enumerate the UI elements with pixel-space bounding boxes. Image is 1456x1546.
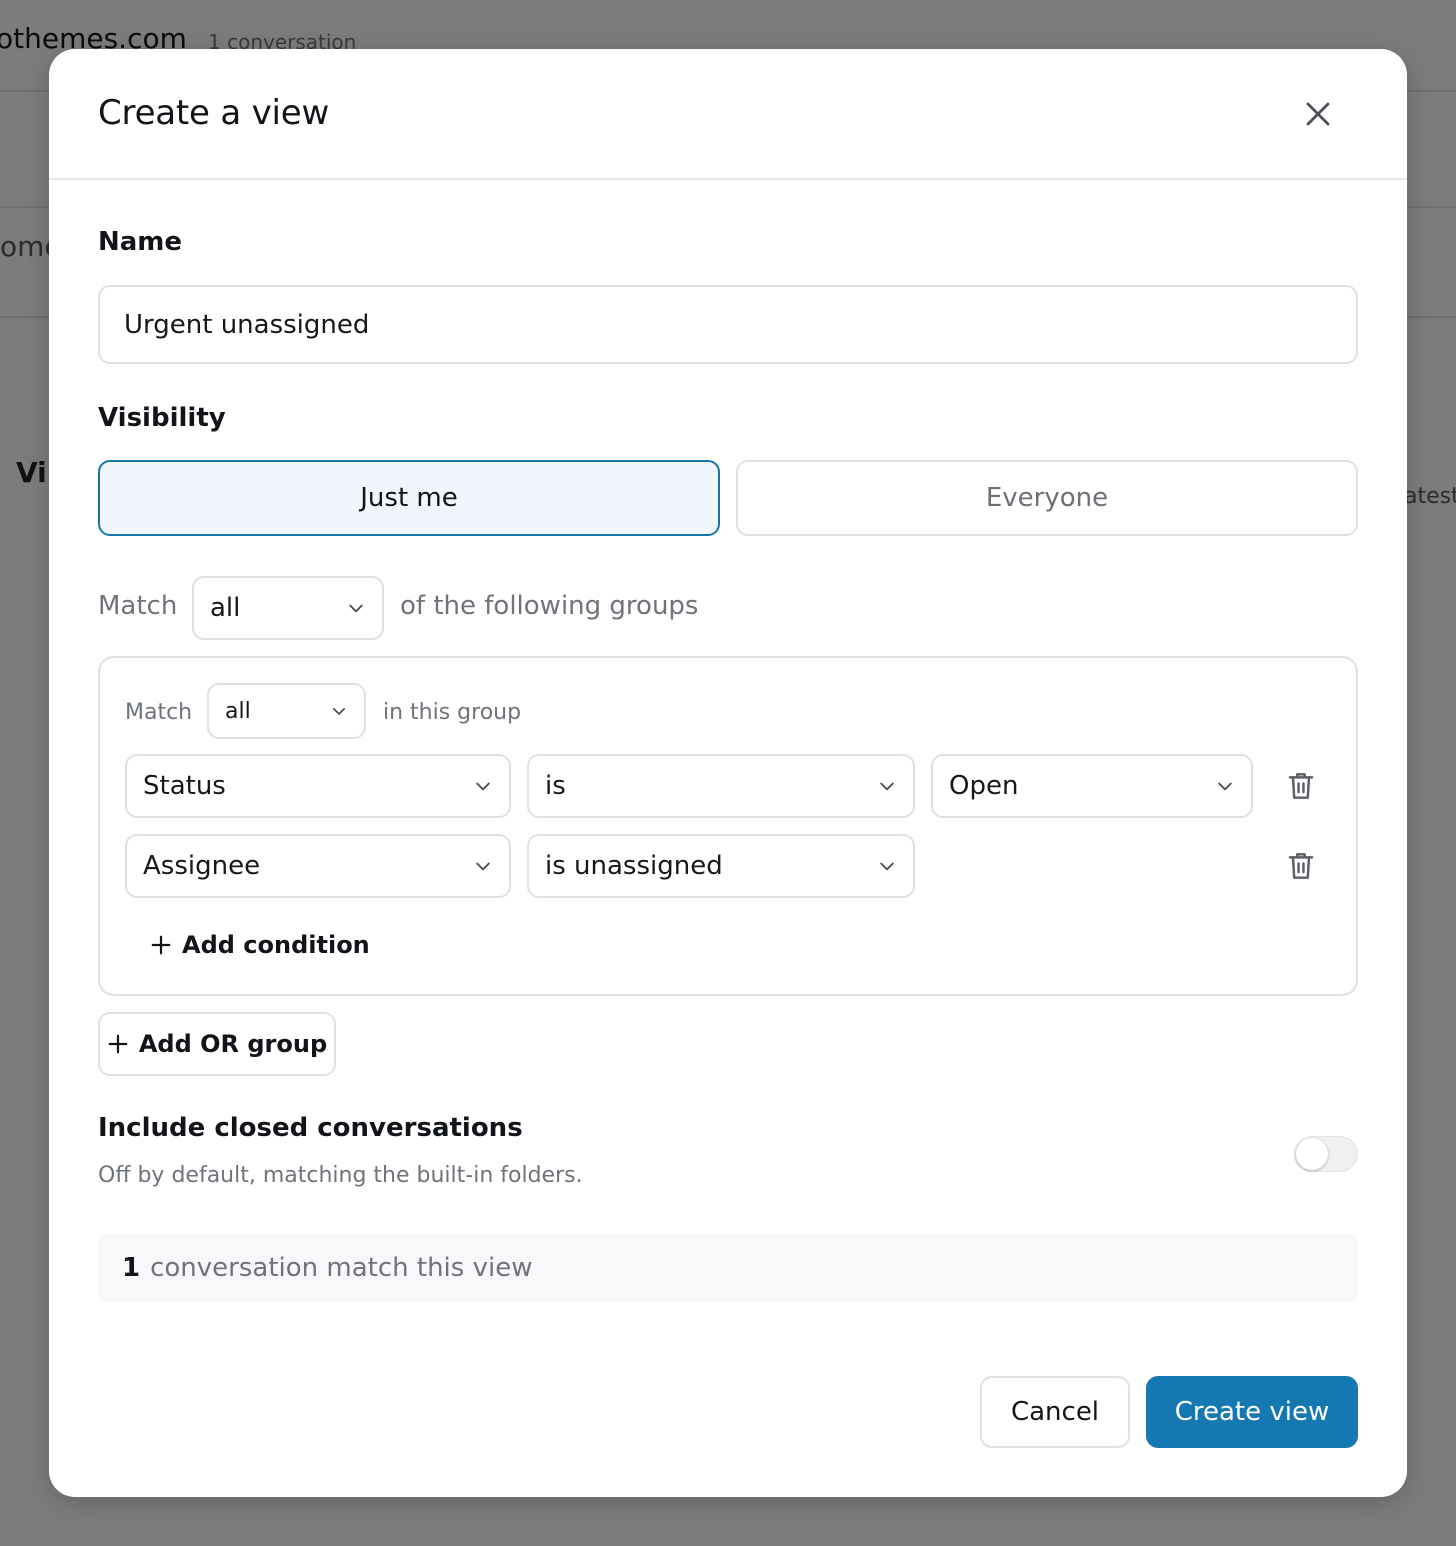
- close-icon: [1306, 102, 1330, 126]
- cancel-button[interactable]: Cancel: [980, 1376, 1130, 1448]
- outer-match-value: all: [210, 593, 241, 623]
- group-match-value: all: [225, 698, 251, 724]
- visibility-label: Visibility: [98, 403, 226, 433]
- visibility-everyone-label: Everyone: [985, 483, 1109, 513]
- condition-2-delete-button[interactable]: [1281, 846, 1321, 886]
- condition-1-operator-select[interactable]: is: [527, 754, 915, 818]
- background-heading: Vi: [16, 456, 47, 489]
- chevron-down-icon: [473, 776, 493, 796]
- add-or-group-label: Add OR group: [138, 1030, 328, 1058]
- background-sort: atest: [1404, 484, 1456, 509]
- condition-1-delete-button[interactable]: [1281, 766, 1321, 806]
- condition-1-value-select[interactable]: Open: [931, 754, 1253, 818]
- outer-match-select[interactable]: all: [192, 576, 384, 640]
- add-condition-label: Add condition: [182, 931, 370, 959]
- chevron-down-icon: [473, 856, 493, 876]
- chevron-down-icon: [1215, 776, 1235, 796]
- condition-1-field-select[interactable]: Status: [125, 754, 511, 818]
- outer-match-suffix: of the following groups: [400, 591, 699, 621]
- add-or-group-button[interactable]: Add OR group: [98, 1012, 336, 1076]
- create-view-modal: Create a view Name Visibility Just me Ev…: [49, 49, 1407, 1497]
- outer-match-prefix: Match: [98, 591, 178, 621]
- trash-icon: [1288, 853, 1314, 879]
- toggle-knob: [1296, 1138, 1328, 1170]
- condition-group: Match all in this group Status is Open A…: [98, 656, 1358, 996]
- add-condition-button[interactable]: Add condition: [144, 923, 376, 967]
- chevron-down-icon: [877, 776, 897, 796]
- match-count-number: 1: [122, 1253, 141, 1283]
- group-match-select[interactable]: all: [207, 683, 366, 739]
- condition-1-field: Status: [143, 771, 226, 801]
- match-summary: 1 conversation match this view: [98, 1233, 1358, 1303]
- condition-2-field: Assignee: [143, 851, 261, 881]
- include-closed-subtitle: Off by default, matching the built-in fo…: [98, 1163, 583, 1188]
- visibility-just-me-label: Just me: [360, 483, 458, 513]
- plus-icon: [151, 935, 171, 955]
- cancel-label: Cancel: [1010, 1397, 1100, 1427]
- create-view-label: Create view: [1174, 1397, 1330, 1427]
- modal-header: Create a view: [49, 49, 1407, 180]
- close-button[interactable]: [1297, 93, 1339, 135]
- plus-icon: [108, 1034, 128, 1054]
- name-label: Name: [98, 227, 183, 257]
- name-input[interactable]: [98, 285, 1358, 364]
- trash-icon: [1288, 773, 1314, 799]
- condition-2-field-select[interactable]: Assignee: [125, 834, 511, 898]
- visibility-everyone-button[interactable]: Everyone: [736, 460, 1358, 536]
- condition-2-operator-select[interactable]: is unassigned: [527, 834, 915, 898]
- visibility-just-me-button[interactable]: Just me: [98, 460, 720, 536]
- group-match-prefix: Match: [125, 700, 193, 725]
- condition-2-operator: is unassigned: [545, 851, 723, 881]
- match-count-text: conversation match this view: [150, 1253, 533, 1283]
- include-closed-title: Include closed conversations: [98, 1113, 523, 1143]
- modal-title: Create a view: [98, 93, 330, 133]
- create-view-button[interactable]: Create view: [1146, 1376, 1358, 1448]
- condition-1-operator: is: [545, 771, 566, 801]
- chevron-down-icon: [877, 856, 897, 876]
- chevron-down-icon: [330, 702, 348, 720]
- include-closed-toggle[interactable]: [1294, 1136, 1358, 1172]
- condition-1-value: Open: [949, 771, 1019, 801]
- group-match-suffix: in this group: [383, 700, 522, 725]
- chevron-down-icon: [346, 598, 366, 618]
